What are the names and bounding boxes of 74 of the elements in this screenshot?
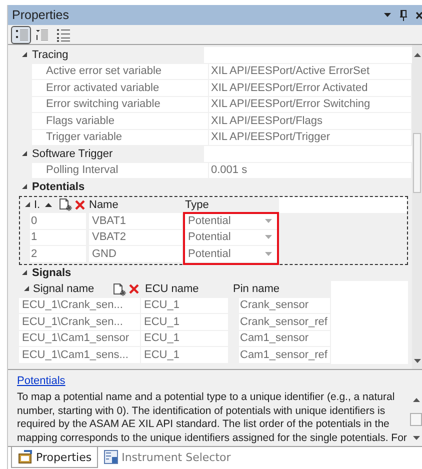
table-cell: ECU_1 [141, 330, 229, 347]
property-name[interactable]: Error activated variable [32, 80, 209, 96]
table-cell: 1 [30, 230, 87, 246]
table-cell: ECU_1 [141, 347, 229, 364]
scroll-down-icon[interactable] [412, 436, 420, 440]
property-value[interactable]: XIL API/EESPort/Trigger [209, 130, 412, 146]
delete-icon[interactable] [129, 284, 140, 294]
folder-icon [18, 450, 32, 464]
sort-icon[interactable] [45, 202, 52, 207]
window-list-icon [104, 450, 118, 464]
category-label[interactable]: Signals [28, 266, 204, 279]
dropdown-icon [265, 235, 272, 240]
type-dropdown[interactable]: Potential [185, 213, 279, 230]
table-cell: Crank_sensor_ref [239, 314, 331, 330]
type-dropdown[interactable]: Potential [185, 246, 279, 262]
category-label[interactable]: Potentials [28, 181, 204, 194]
type-dropdown[interactable]: Potential [185, 230, 279, 246]
dropdown-icon[interactable] [384, 13, 391, 17]
category-label[interactable]: Software Trigger [28, 148, 204, 160]
sorted-list-icon [34, 26, 50, 42]
sorted-list-icon [13, 26, 29, 42]
new-item-icon[interactable] [59, 198, 72, 212]
property-name[interactable]: Trigger variable [32, 130, 209, 146]
scroll-thumb[interactable] [413, 133, 421, 193]
scroll-up-icon[interactable] [412, 398, 420, 402]
dropdown-icon [265, 252, 272, 256]
scroll-up-icon[interactable] [414, 53, 420, 57]
property-name[interactable]: Flags variable [32, 113, 209, 130]
expanded-icon[interactable] [23, 285, 30, 294]
column-header[interactable]: Signal name [33, 283, 94, 296]
table-cell: 2 [30, 246, 87, 262]
table-cell: ECU_1\Crank_sen... [19, 298, 141, 314]
categorized-view-button[interactable] [11, 26, 31, 44]
category-label[interactable]: Tracing [28, 49, 204, 62]
property-name[interactable]: Active error set variable [32, 64, 209, 80]
property-value[interactable]: XIL API/EESPort/Error Activated [209, 80, 412, 96]
expanded-icon[interactable] [21, 268, 28, 277]
delete-icon[interactable] [75, 200, 86, 210]
table-cell: Cam1_sensor_ref [239, 347, 331, 364]
expanded-icon[interactable] [21, 150, 28, 158]
dropdown-icon [265, 218, 272, 223]
expanded-icon[interactable] [24, 200, 31, 209]
table-cell: ECU_1\Cam1_sensor [19, 330, 141, 347]
close-icon[interactable] [416, 12, 422, 18]
new-item-icon[interactable] [113, 282, 126, 296]
description-text: To map a potential name and a potential type to a unique identifier (e.g., a natural number, starting with 0). The identification of potentials with unique identifiers is required by the ASAM AE XIL API standard. The list order of the potentials in the mapping corresponds to the unique identifiers assigned for the single potentials. For [17, 391, 408, 445]
property-value[interactable]: XIL API/EESPort/Active ErrorSet [209, 64, 412, 80]
table-cell: GND [89, 246, 183, 262]
expanded-icon[interactable] [21, 51, 28, 60]
property-value[interactable]: XIL API/EESPort/Flags [209, 113, 412, 130]
table-cell: 0 [30, 213, 87, 230]
list-icon [55, 26, 71, 42]
scrollbar[interactable] [412, 45, 422, 369]
scroll-thumb[interactable] [410, 412, 422, 426]
tab[interactable]: Properties [11, 447, 98, 468]
table-cell: ECU_1 [141, 298, 229, 314]
property-name[interactable]: Polling Interval [32, 162, 209, 179]
window-title: Properties [12, 8, 69, 22]
table-cell: Cam1_sensor [239, 330, 331, 347]
scroll-down-icon[interactable] [414, 359, 420, 363]
property-value[interactable]: 0.001 s [209, 162, 412, 179]
table-cell: ECU_1\Cam1_sens... [19, 347, 141, 364]
table-cell: VBAT1 [89, 213, 183, 230]
expanded-icon[interactable] [21, 183, 28, 192]
table-cell: Crank_sensor [239, 298, 331, 314]
property-name[interactable]: Error switching variable [32, 96, 209, 113]
property-value[interactable]: XIL API/EESPort/Error Switching [209, 96, 412, 113]
help-link[interactable]: Potentials [17, 375, 66, 387]
table-cell: ECU_1 [141, 314, 229, 330]
tab[interactable]: Instrument Selector [98, 447, 236, 467]
pin-icon[interactable] [400, 10, 407, 20]
column-header[interactable]: I. [34, 198, 40, 211]
table-cell: ECU_1\Crank_sen... [19, 314, 141, 330]
table-cell: VBAT2 [89, 230, 183, 246]
